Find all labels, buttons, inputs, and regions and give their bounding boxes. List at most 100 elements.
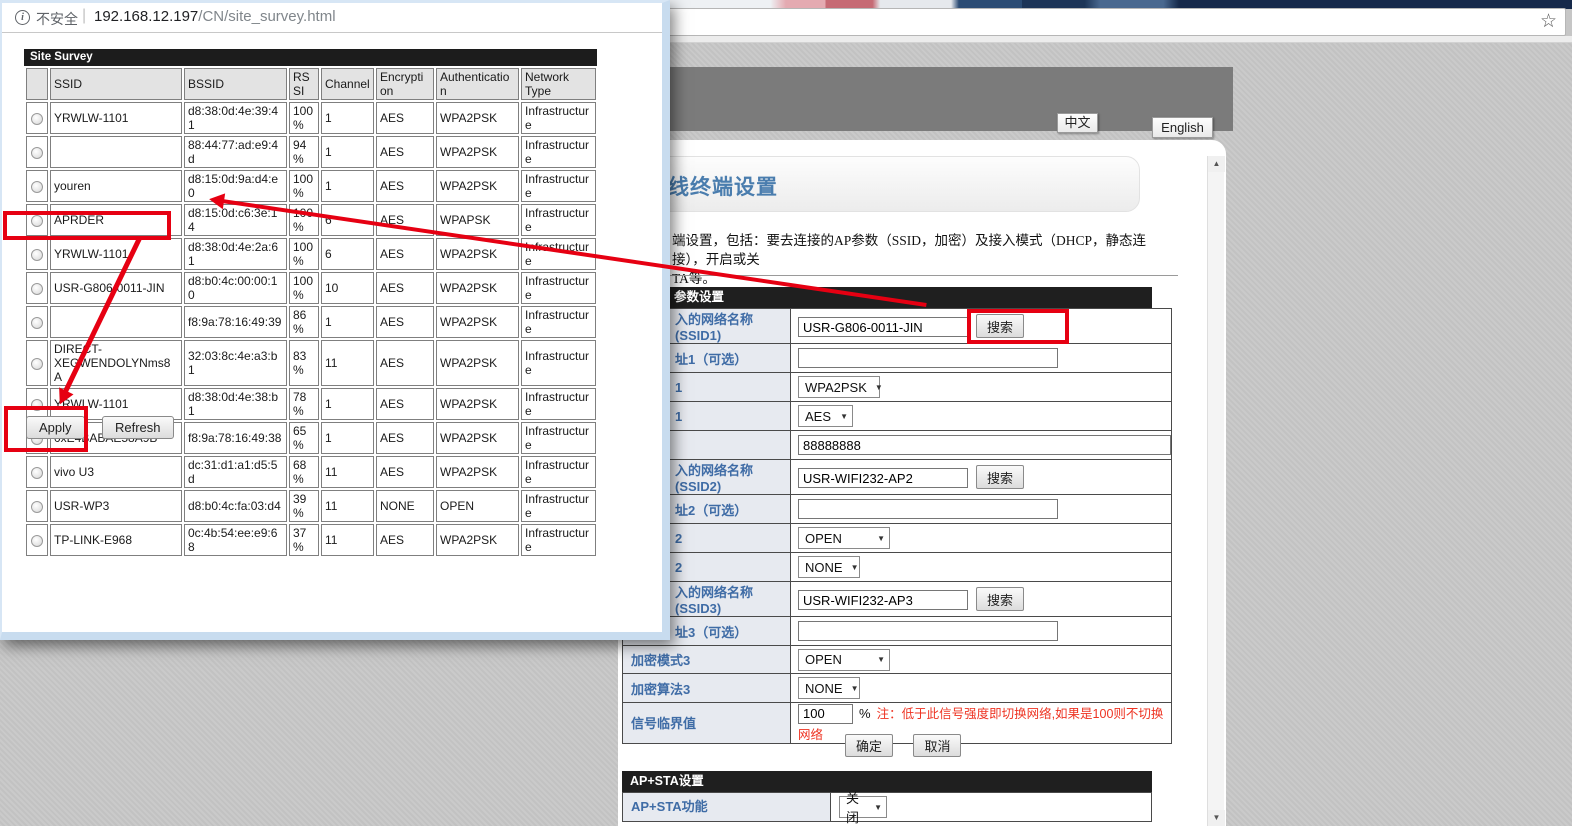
authentication-cell: WPA2PSK (436, 456, 519, 488)
ssid2-input[interactable] (798, 468, 968, 488)
authentication-header: Authentication (436, 68, 519, 100)
bssid2-input[interactable] (798, 499, 1058, 519)
ssid-cell: YRWLW-1101 (50, 238, 182, 270)
radio-cell (26, 136, 48, 168)
signal-threshold-input[interactable] (798, 704, 853, 724)
channel-cell: 1 (321, 422, 374, 454)
chevron-down-icon: ▼ (851, 563, 859, 572)
apsta-function-row: AP+STA功能 关闭▼ (622, 792, 1152, 822)
page-title: 线终端设置 (668, 171, 778, 201)
bssid-cell: f8:9a:78:16:49:38 (184, 422, 287, 454)
chevron-down-icon: ▼ (874, 803, 882, 812)
bssid-header: BSSID (184, 68, 287, 100)
not-secure-label: 不安全 (36, 9, 78, 29)
enc-mode2-select[interactable]: OPEN▼ (798, 527, 890, 549)
radio-header (26, 68, 48, 100)
popup-url: 192.168.12.197/CN/site_survey.html (94, 8, 336, 25)
row-radio-button[interactable] (31, 215, 43, 227)
channel-cell: 1 (321, 102, 374, 134)
radio-cell (26, 170, 48, 202)
lang-chinese-button[interactable]: 中文 (1057, 113, 1098, 133)
rssi-cell: 39% (289, 490, 319, 522)
enc-mode1-select[interactable]: WPA2PSK▼ (798, 376, 880, 398)
network-type-cell: Infrastructure (521, 204, 596, 236)
scroll-up-icon[interactable]: ▲ (1208, 156, 1225, 172)
channel-cell: 11 (321, 340, 374, 386)
apsta-function-value: 关闭 (846, 788, 866, 826)
channel-cell: 1 (321, 388, 374, 420)
row-radio-button[interactable] (31, 283, 43, 295)
channel-cell: 1 (321, 306, 374, 338)
row-radio-button[interactable] (31, 147, 43, 159)
table-row: APRDER d8:15:0d:c6:3e:14 100% 6 AES WPAP… (26, 204, 596, 236)
url-path: /CN/site_survey.html (198, 8, 335, 25)
enc-algo1-value: AES (805, 409, 831, 424)
scroll-down-icon[interactable]: ▼ (1208, 810, 1225, 826)
ssid2-search-button[interactable]: 搜索 (976, 465, 1024, 489)
radio-cell (26, 340, 48, 386)
enc-algo1-select[interactable]: AES▼ (798, 405, 853, 427)
encryption-cell: AES (376, 238, 434, 270)
ssid-cell: DIRECT-XEGWENDOLYNms8A (50, 340, 182, 386)
channel-cell: 1 (321, 136, 374, 168)
bookmark-star-icon[interactable]: ☆ (1540, 11, 1557, 33)
channel-cell: 11 (321, 490, 374, 522)
row-radio-button[interactable] (31, 399, 43, 411)
cancel-button[interactable]: 取消 (913, 734, 961, 757)
enc-mode3-select[interactable]: OPEN▼ (798, 649, 890, 671)
rssi-cell: 78% (289, 388, 319, 420)
bssid-cell: 32:03:8c:4e:a3:b1 (184, 340, 287, 386)
row-radio-button[interactable] (31, 501, 43, 513)
site-survey-table: SSID BSSID RSSI Channel Encryption Authe… (24, 66, 598, 558)
popup-address-bar[interactable]: i 不安全 | 192.168.12.197/CN/site_survey.ht… (2, 3, 662, 33)
ssid1-search-button[interactable]: 搜索 (976, 314, 1024, 338)
row-radio-button[interactable] (31, 181, 43, 193)
ssid1-input[interactable] (798, 317, 968, 337)
encryption-cell: AES (376, 456, 434, 488)
authentication-cell: WPA2PSK (436, 340, 519, 386)
info-icon[interactable]: i (15, 10, 30, 25)
row-radio-button[interactable] (31, 535, 43, 547)
ssid-cell (50, 136, 182, 168)
network-type-cell: Infrastructure (521, 102, 596, 134)
ssid-cell: APRDER (50, 204, 182, 236)
bssid3-input[interactable] (798, 621, 1058, 641)
row-radio-button[interactable] (31, 358, 43, 370)
ssid-cell: youren (50, 170, 182, 202)
radio-cell (26, 102, 48, 134)
encryption-cell: AES (376, 422, 434, 454)
ok-button[interactable]: 确定 (845, 734, 893, 757)
divider-line (630, 275, 1178, 276)
frame-scrollbar[interactable]: ▲ ▼ (1207, 156, 1224, 826)
ssid3-search-button[interactable]: 搜索 (976, 587, 1024, 611)
row-radio-button[interactable] (31, 467, 43, 479)
bssid-cell: dc:31:d1:a1:d5:5d (184, 456, 287, 488)
description-line-2: TA等。 (672, 271, 716, 286)
bssid-cell: d8:38:0d:4e:39:41 (184, 102, 287, 134)
chevron-down-icon: ▼ (877, 534, 885, 543)
password1-input[interactable] (798, 435, 1171, 455)
apsta-function-select[interactable]: 关闭▼ (839, 796, 887, 818)
enc-algo2-select[interactable]: NONE▼ (798, 556, 860, 578)
channel-header: Channel (321, 68, 374, 100)
channel-cell: 6 (321, 204, 374, 236)
ssid-cell: TP-LINK-E968 (50, 524, 182, 556)
enc-algo3-select[interactable]: NONE▼ (798, 677, 860, 699)
radio-cell (26, 490, 48, 522)
bssid-cell: d8:15:0d:9a:d4:e0 (184, 170, 287, 202)
ssid3-input[interactable] (798, 590, 968, 610)
refresh-button[interactable]: Refresh (102, 416, 174, 439)
network-type-cell: Infrastructure (521, 136, 596, 168)
browser-address-bar[interactable]: ☆ (660, 8, 1566, 36)
rssi-cell: 100% (289, 170, 319, 202)
row-radio-button[interactable] (31, 113, 43, 125)
row-radio-button[interactable] (31, 249, 43, 261)
radio-cell (26, 306, 48, 338)
rssi-header: RSSI (289, 68, 319, 100)
row-radio-button[interactable] (31, 317, 43, 329)
table-row-selected-target: USR-G806-0011-JIN d8:b0:4c:00:00:10 100%… (26, 272, 596, 304)
encryption-cell: AES (376, 272, 434, 304)
apply-button[interactable]: Apply (26, 416, 85, 439)
bssid1-input[interactable] (798, 348, 1058, 368)
lang-english-button[interactable]: English (1152, 117, 1213, 138)
